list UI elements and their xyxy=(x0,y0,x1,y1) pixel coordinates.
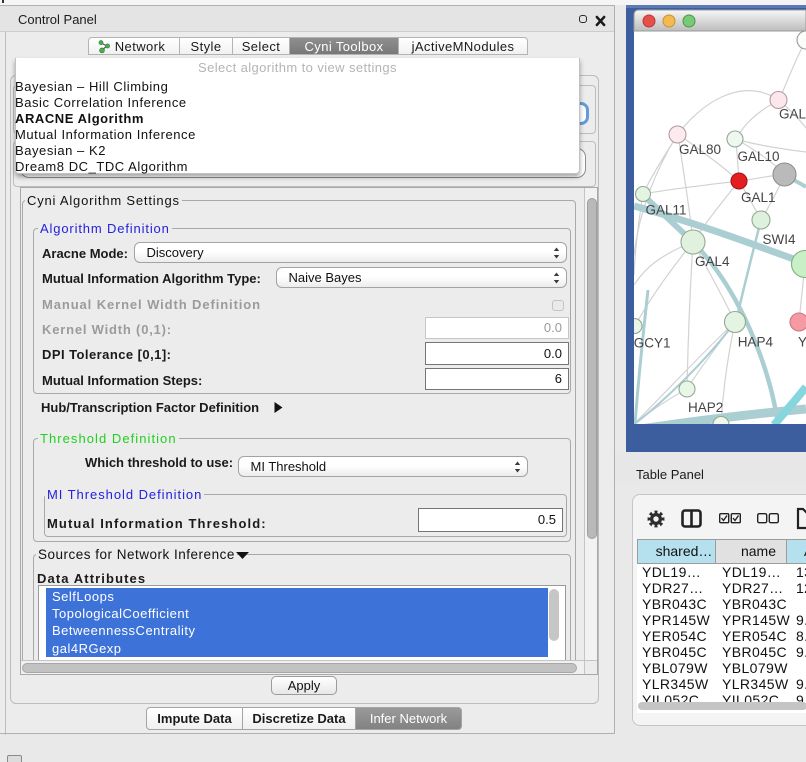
svg-text:GAL80: GAL80 xyxy=(679,142,721,157)
svg-text:Y: Y xyxy=(798,335,806,350)
svg-text:GCY1: GCY1 xyxy=(634,336,671,351)
svg-text:GAL2: GAL2 xyxy=(779,107,806,122)
svg-text:HAP4: HAP4 xyxy=(738,335,774,350)
svg-text:GAL10: GAL10 xyxy=(738,149,780,164)
svg-text:GAL1: GAL1 xyxy=(741,190,776,205)
svg-text:GAL11: GAL11 xyxy=(646,203,687,218)
svg-text:GAL4: GAL4 xyxy=(695,254,730,269)
svg-text:HAP2: HAP2 xyxy=(688,400,723,415)
svg-text:SWI4: SWI4 xyxy=(763,232,796,247)
